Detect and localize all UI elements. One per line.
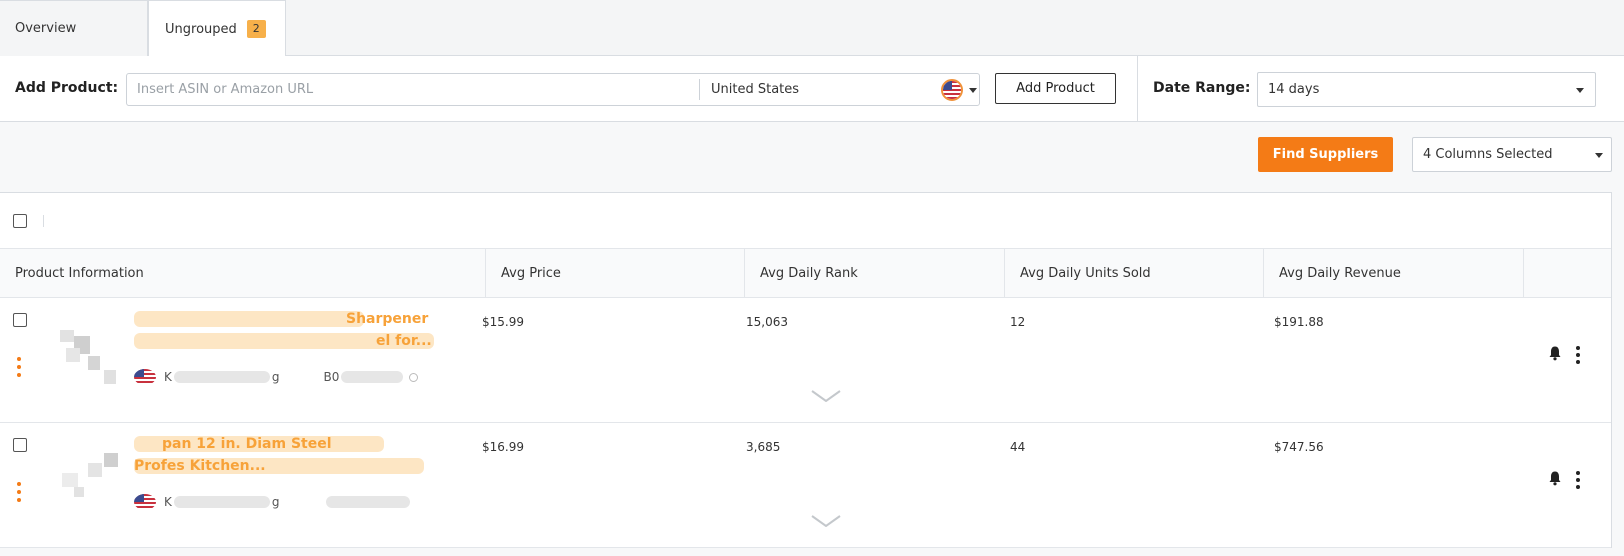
count-badge: 2 bbox=[246, 20, 266, 38]
header-avg-daily-rank[interactable]: Avg Daily Rank bbox=[745, 249, 1005, 297]
avg-daily-rank: 15,063 bbox=[746, 315, 788, 329]
bell-icon[interactable] bbox=[1547, 470, 1563, 486]
table-header: Product Information Avg Price Avg Daily … bbox=[0, 249, 1611, 298]
redaction-mask bbox=[173, 496, 270, 508]
avg-price: $15.99 bbox=[482, 315, 524, 329]
more-options-icon[interactable] bbox=[1576, 471, 1580, 492]
header-product-information[interactable]: Product Information bbox=[0, 249, 486, 297]
columns-select-value: 4 Columns Selected bbox=[1423, 147, 1553, 162]
bulk-divider bbox=[43, 215, 44, 227]
product-thumbnail[interactable] bbox=[58, 451, 118, 511]
expand-chevron-icon[interactable] bbox=[811, 515, 841, 527]
us-flag-icon bbox=[134, 369, 156, 385]
bulk-select-row bbox=[0, 193, 1611, 249]
tab-overview[interactable]: Overview bbox=[0, 0, 148, 56]
drag-handle-icon[interactable] bbox=[17, 357, 22, 381]
country-select[interactable]: United States bbox=[711, 82, 799, 97]
asin-prefix: B0 bbox=[323, 370, 340, 384]
add-product-button[interactable]: Add Product bbox=[995, 73, 1116, 104]
product-meta: K g bbox=[134, 492, 410, 512]
more-options-icon[interactable] bbox=[1576, 346, 1580, 367]
redaction-mask bbox=[173, 371, 270, 383]
seller-name-suffix: g bbox=[271, 495, 280, 509]
seller-name-prefix: K bbox=[164, 370, 172, 384]
chevron-down-icon[interactable] bbox=[969, 88, 977, 93]
select-all-checkbox[interactable] bbox=[13, 214, 27, 228]
us-flag-icon[interactable] bbox=[941, 79, 963, 101]
seller-name-suffix: g bbox=[271, 370, 280, 384]
header-avg-daily-revenue[interactable]: Avg Daily Revenue bbox=[1264, 249, 1524, 297]
avg-daily-revenue: $191.88 bbox=[1274, 315, 1324, 329]
bell-icon[interactable] bbox=[1547, 345, 1563, 361]
add-product-label: Add Product: bbox=[15, 80, 119, 96]
chevron-down-icon bbox=[1576, 88, 1584, 93]
tab-ungrouped-label: Ungrouped bbox=[165, 21, 237, 37]
table-row: pan 12 in. Diam Steel Profes Kitchen... … bbox=[0, 423, 1611, 548]
avg-daily-rank: 3,685 bbox=[746, 440, 781, 454]
product-title-line2: Profes Kitchen... bbox=[134, 458, 266, 474]
tab-overview-label: Overview bbox=[15, 21, 77, 36]
date-range-value: 14 days bbox=[1268, 82, 1320, 97]
product-title-line1: Sharpener bbox=[346, 311, 429, 327]
info-icon[interactable] bbox=[409, 372, 419, 382]
avg-daily-units-sold: 12 bbox=[1010, 315, 1026, 329]
asin-input-group: United States bbox=[126, 73, 980, 106]
product-title-link[interactable]: pan 12 in. Diam Steel Profes Kitchen... bbox=[134, 433, 464, 477]
avg-daily-revenue: $747.56 bbox=[1274, 440, 1324, 454]
asin-input[interactable] bbox=[137, 74, 697, 105]
product-title-line1: pan 12 in. Diam Steel bbox=[162, 436, 332, 452]
date-range-label: Date Range: bbox=[1153, 80, 1251, 96]
header-avg-price[interactable]: Avg Price bbox=[486, 249, 745, 297]
seller-name-prefix: K bbox=[164, 495, 172, 509]
row-checkbox[interactable] bbox=[13, 313, 27, 327]
product-meta: K g B0 bbox=[134, 367, 419, 387]
header-avg-daily-units-sold[interactable]: Avg Daily Units Sold bbox=[1005, 249, 1264, 297]
tab-ungrouped[interactable]: Ungrouped 2 bbox=[148, 0, 286, 57]
expand-chevron-icon[interactable] bbox=[811, 390, 841, 402]
product-tracker-page: Overview Ungrouped 2 Add Product: United… bbox=[0, 0, 1624, 556]
chevron-down-icon bbox=[1595, 153, 1603, 158]
product-thumbnail[interactable] bbox=[58, 326, 118, 386]
avg-daily-units-sold: 44 bbox=[1010, 440, 1026, 454]
date-range-select[interactable]: 14 days bbox=[1257, 72, 1596, 107]
input-divider bbox=[699, 79, 700, 100]
redaction-mask bbox=[325, 496, 410, 508]
product-table: Product Information Avg Price Avg Daily … bbox=[0, 192, 1612, 548]
avg-price: $16.99 bbox=[482, 440, 524, 454]
add-product-bar: Add Product: United States Add Product D… bbox=[0, 56, 1624, 122]
tab-bar: Overview Ungrouped 2 bbox=[0, 0, 1624, 57]
product-title-line2: el for... bbox=[376, 333, 432, 349]
table-row: Sharpener el for... K g B0 $15.99 15,063… bbox=[0, 298, 1611, 423]
row-checkbox[interactable] bbox=[13, 438, 27, 452]
drag-handle-icon[interactable] bbox=[17, 482, 22, 506]
product-title-link[interactable]: Sharpener el for... bbox=[134, 308, 464, 352]
find-suppliers-button[interactable]: Find Suppliers bbox=[1258, 137, 1393, 172]
columns-select[interactable]: 4 Columns Selected bbox=[1412, 137, 1612, 172]
redaction-mask bbox=[341, 371, 404, 383]
us-flag-icon bbox=[134, 494, 156, 510]
date-divider bbox=[1137, 56, 1138, 121]
